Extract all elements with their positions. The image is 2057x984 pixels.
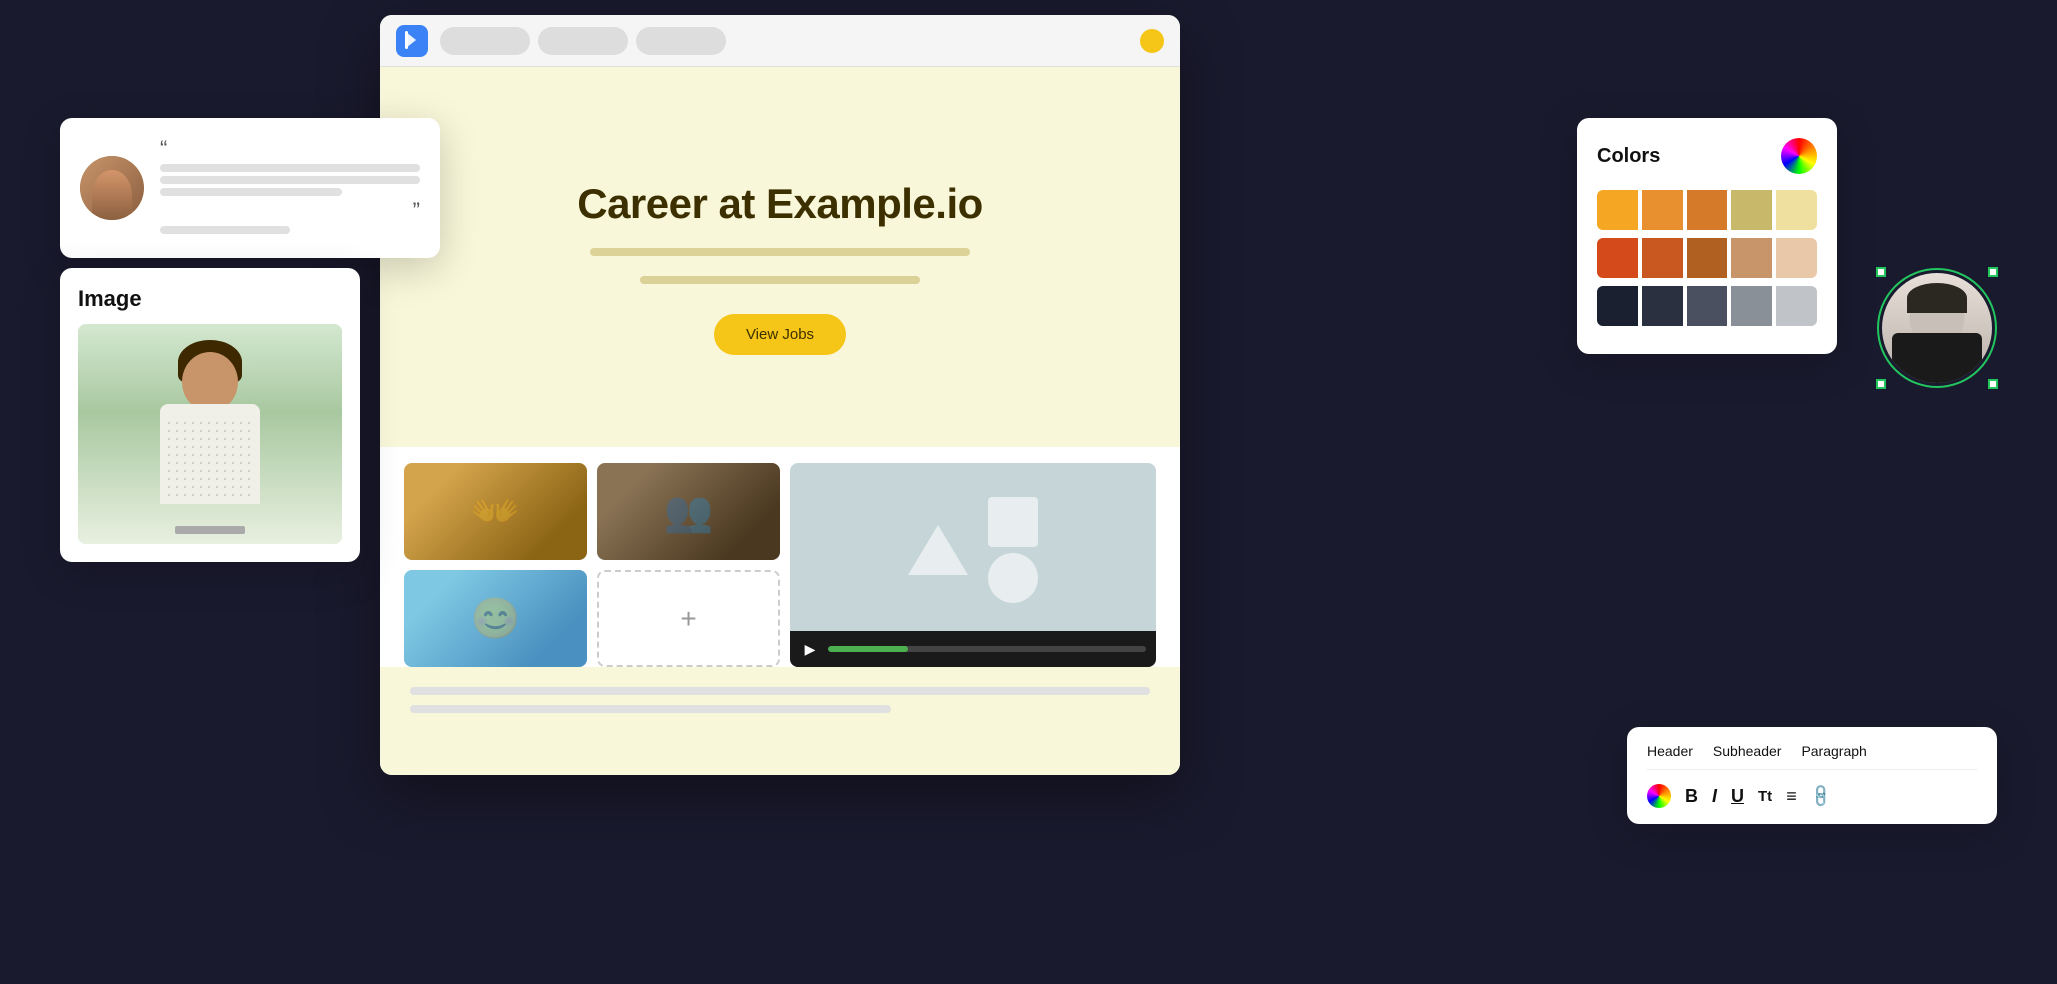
link-button: 🔗 [1807,782,1835,810]
close-quote-mark: ” [160,200,420,222]
view-jobs-button[interactable]: View Jobs [714,314,846,355]
tab-subheader[interactable]: Subheader [1713,743,1782,759]
quote-content: “ ” [160,138,420,238]
image-card: Image [60,268,360,562]
swatch-yellow-1[interactable] [1731,190,1772,230]
image-smiling-man: 😊 [404,570,587,667]
avatar-selection-container[interactable] [1877,268,1997,388]
swatch-red-1[interactable] [1597,238,1638,278]
bottom-line-1 [410,687,1150,695]
image-meeting: 👥 [597,463,780,560]
quote-line-3 [160,188,342,196]
color-wheel-icon[interactable] [1781,138,1817,174]
image-card-photo [78,324,342,544]
shape-triangle [908,525,968,575]
text-toolbar-tabs: Header Subheader Paragraph [1647,743,1977,770]
browser-logo-icon [396,25,428,57]
text-color-picker[interactable] [1647,784,1671,808]
image-card-title: Image [78,286,342,312]
tab-header[interactable]: Header [1647,743,1693,759]
browser-tab-3[interactable] [636,27,726,55]
video-controls: ▶ [790,631,1156,667]
swatch-skin-1[interactable] [1731,238,1772,278]
colors-panel: Colors [1577,118,1837,354]
swatch-gray-2[interactable] [1731,286,1772,326]
text-toolbar-tools: B I U Tt ≡ 🔗 [1647,784,1977,808]
swatch-orange-2[interactable] [1642,190,1683,230]
browser-tab-2[interactable] [538,27,628,55]
swatch-gray-3[interactable] [1776,286,1817,326]
quote-line-1 [160,164,420,172]
shape-square [988,497,1038,547]
browser-tab-1[interactable] [440,27,530,55]
swatch-skin-2[interactable] [1776,238,1817,278]
browser-tabs [440,27,726,55]
video-progress-bar[interactable] [828,646,1146,652]
swatch-orange-3[interactable] [1687,190,1728,230]
swatch-dark-2[interactable] [1642,286,1683,326]
hero-subtitle-line-1 [590,248,970,256]
swatch-orange-1[interactable] [1597,190,1638,230]
browser-content: Career at Example.io View Jobs 👐 😊 👥 [380,67,1180,775]
open-quote-mark: “ [160,138,420,160]
color-row-3 [1597,286,1817,326]
swatch-red-2[interactable] [1642,238,1683,278]
font-size-button[interactable]: Tt [1758,788,1772,805]
shape-circle [988,553,1038,603]
underline-button[interactable]: U [1731,786,1744,807]
swatch-red-3[interactable] [1687,238,1728,278]
italic-button[interactable]: I [1712,786,1717,807]
quote-line-4 [160,226,290,234]
hero-section: Career at Example.io View Jobs [380,67,1180,447]
quote-avatar [80,156,144,220]
swatch-yellow-2[interactable] [1776,190,1817,230]
video-progress-fill [828,646,908,652]
quote-line-2 [160,176,420,184]
hero-subtitle-line-2 [640,276,920,284]
bottom-line-2 [410,705,891,713]
color-row-1 [1597,190,1817,230]
play-button[interactable]: ▶ [800,639,820,659]
colors-panel-header: Colors [1597,138,1817,174]
swatch-gray-1[interactable] [1687,286,1728,326]
tab-paragraph[interactable]: Paragraph [1801,743,1866,759]
add-image-button[interactable]: + [597,570,780,667]
hero-title: Career at Example.io [577,180,983,228]
video-placeholder: ▶ [790,463,1156,667]
color-row-2 [1597,238,1817,278]
text-formatting-toolbar: Header Subheader Paragraph B I U Tt ≡ 🔗 [1627,727,1997,824]
browser-indicator [1140,29,1164,53]
align-button[interactable]: ≡ [1786,786,1797,807]
bold-button[interactable]: B [1685,786,1698,807]
colors-panel-title: Colors [1597,145,1660,168]
bottom-lines-section [380,667,1180,733]
image-hands: 👐 [404,463,587,560]
browser-toolbar [380,15,1180,67]
quote-card: “ ” [60,118,440,258]
browser-window: Career at Example.io View Jobs 👐 😊 👥 [380,15,1180,775]
swatch-dark-1[interactable] [1597,286,1638,326]
